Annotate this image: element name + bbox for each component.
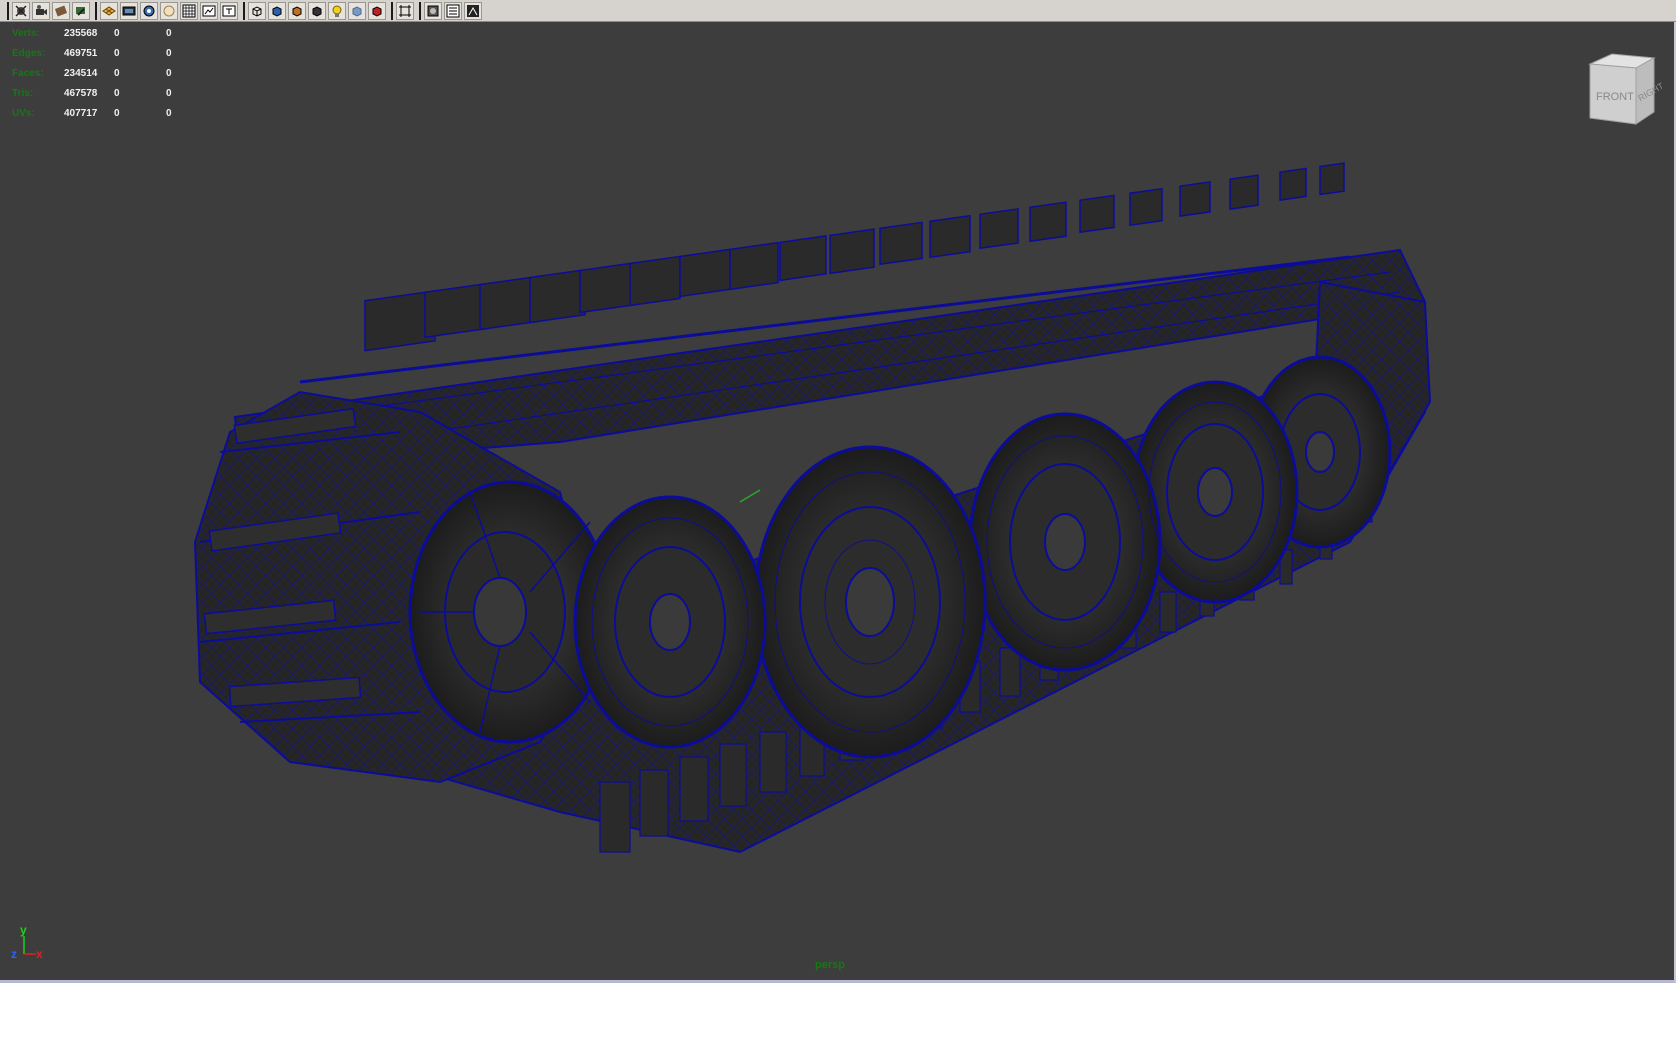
hud-value: 407717 [64, 107, 98, 119]
image-plane-icon[interactable] [72, 1, 90, 20]
hud-value: 0 [114, 67, 120, 79]
xray-joints-icon[interactable] [424, 1, 442, 20]
use-all-lights-icon[interactable] [308, 1, 326, 20]
poly-count-hud: Verts: 235568 0 0 Edges: 469751 0 0 Face… [12, 23, 186, 123]
textured-icon[interactable] [288, 1, 306, 20]
smooth-shade-icon[interactable] [268, 1, 286, 20]
hud-value: 0 [114, 47, 120, 59]
hud-value: 0 [166, 67, 172, 79]
shadows-icon[interactable] [328, 1, 346, 20]
default-light-icon[interactable] [348, 1, 366, 20]
camera-name-label: persp [815, 959, 845, 971]
hud-value: 469751 [64, 47, 98, 59]
bookmark-icon[interactable] [52, 1, 70, 20]
toolbar-separator [95, 1, 97, 20]
viewcube-front-label[interactable]: FRONT [1596, 91, 1634, 103]
hud-value: 0 [166, 87, 172, 99]
film-gate-icon[interactable] [120, 1, 138, 20]
grid-icon[interactable] [100, 1, 118, 20]
hud-value: 235568 [64, 27, 98, 39]
safe-action-icon[interactable] [200, 1, 218, 20]
perspective-viewport[interactable]: Verts: 235568 0 0 Edges: 469751 0 0 Face… [0, 22, 1676, 983]
resolution-gate-icon[interactable] [140, 1, 158, 20]
axis-y-label: y [20, 923, 27, 937]
hud-value: 0 [166, 27, 172, 39]
hud-value: 0 [114, 27, 120, 39]
camera-attributes-icon[interactable] [12, 1, 30, 20]
hud-row-edges: Edges: 469751 0 0 [12, 43, 186, 63]
hud-row-uvs: UVs: 407717 0 0 [12, 103, 186, 123]
panel-toolbar [0, 0, 1676, 22]
maya-window: Verts: 235568 0 0 Edges: 469751 0 0 Face… [0, 0, 1680, 1050]
view-cube[interactable]: FRONT RIGHT [1582, 46, 1662, 136]
hud-value: 0 [166, 47, 172, 59]
hud-label: Verts: [12, 27, 40, 39]
hud-row-faces: Faces: 234514 0 0 [12, 63, 186, 83]
hud-value: 0 [166, 107, 172, 119]
hud-label: Faces: [12, 67, 44, 79]
hud-label: UVs: [12, 107, 35, 119]
hud-row-verts: Verts: 235568 0 0 [12, 23, 186, 43]
safe-title-icon[interactable] [220, 1, 238, 20]
hud-value: 234514 [64, 67, 98, 79]
x-ray-icon[interactable] [368, 1, 386, 20]
field-chart-icon[interactable] [180, 1, 198, 20]
isolate-select-icon[interactable] [396, 1, 414, 20]
hud-value: 0 [114, 87, 120, 99]
hud-row-tris: Tris: 467578 0 0 [12, 83, 186, 103]
hud-label: Edges: [12, 47, 46, 59]
gate-mask-icon[interactable] [160, 1, 178, 20]
ambient-occlusion-icon[interactable] [464, 1, 482, 20]
toolbar-separator [243, 1, 245, 20]
hud-value: 0 [114, 107, 120, 119]
hud-label: Tris: [12, 87, 34, 99]
toolbar-separator [391, 1, 393, 20]
toolbar-separator [7, 1, 9, 20]
hud-icon[interactable] [444, 1, 462, 20]
camera-tools-icon[interactable] [32, 1, 50, 20]
toolbar-separator [419, 1, 421, 20]
hud-value: 467578 [64, 87, 98, 99]
tank-track-wireframe-model[interactable] [0, 22, 1676, 980]
wireframe-icon[interactable] [248, 1, 266, 20]
